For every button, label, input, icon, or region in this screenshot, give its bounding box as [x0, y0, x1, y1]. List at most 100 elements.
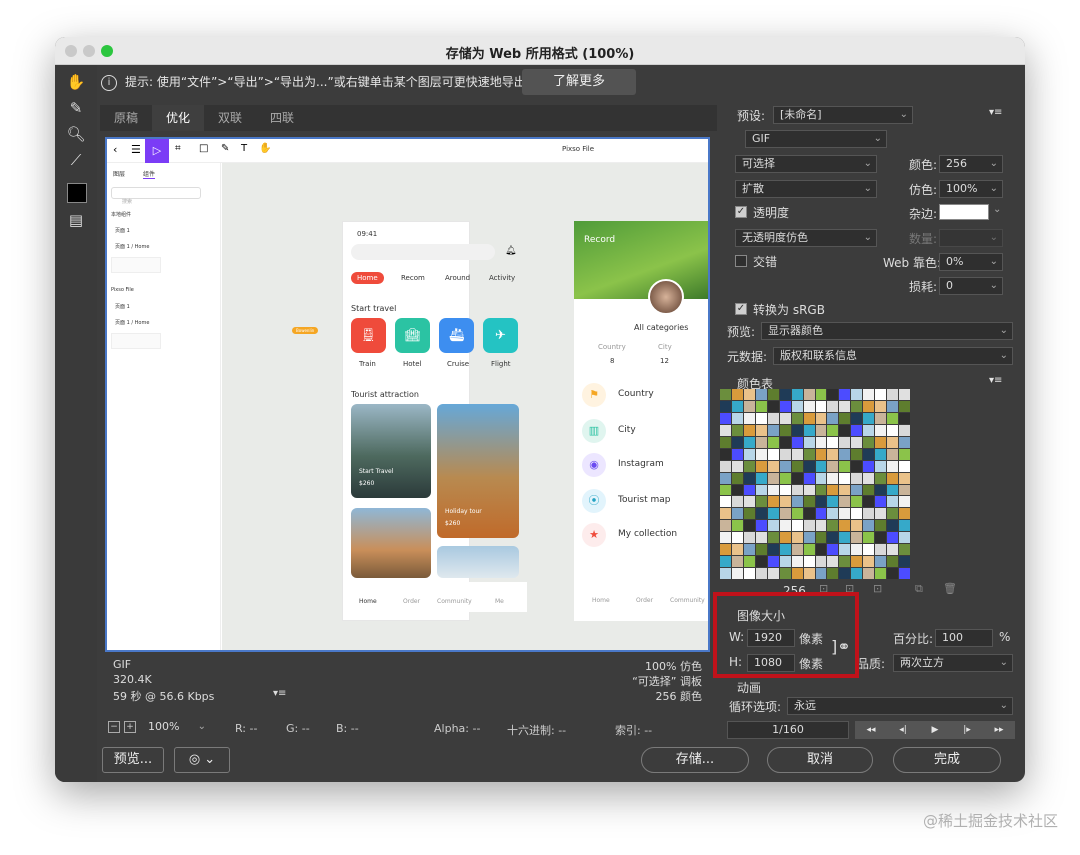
color-swatch[interactable] [755, 508, 767, 520]
color-swatch[interactable] [839, 448, 851, 460]
color-swatch[interactable] [815, 496, 827, 508]
color-swatch[interactable] [887, 520, 899, 532]
convert-srgb-checkbox[interactable]: ✓ [735, 303, 747, 315]
color-swatch[interactable] [743, 484, 755, 496]
color-swatch[interactable] [803, 532, 815, 544]
color-swatch[interactable] [720, 389, 731, 400]
slice-select-icon[interactable]: ✎ [65, 97, 87, 119]
color-swatch[interactable] [779, 520, 791, 532]
color-swatch[interactable] [731, 544, 743, 556]
color-swatch[interactable] [791, 472, 803, 484]
color-swatch[interactable] [875, 400, 887, 412]
color-swatch[interactable] [839, 544, 851, 556]
color-swatch[interactable] [851, 532, 863, 544]
color-swatch[interactable] [851, 472, 863, 484]
dither-algo-select[interactable]: 扩散 ⌄ [735, 180, 877, 198]
color-swatch[interactable] [767, 389, 779, 400]
color-swatch[interactable] [743, 460, 755, 472]
optimized-preview[interactable]: ‹ ☰ ▷ ⌗ □ ✎ T ✋ Pixso File 图层 组件 搜索 本地组件… [105, 137, 710, 652]
color-swatch[interactable] [767, 556, 779, 568]
color-swatch[interactable] [839, 532, 851, 544]
color-swatch[interactable] [731, 520, 743, 532]
color-swatch[interactable] [743, 532, 755, 544]
color-swatch[interactable] [803, 484, 815, 496]
color-swatch[interactable] [791, 508, 803, 520]
color-swatch[interactable] [851, 556, 863, 568]
color-swatch[interactable] [731, 424, 743, 436]
color-swatch[interactable] [803, 472, 815, 484]
color-swatch[interactable] [803, 508, 815, 520]
color-swatch[interactable] [899, 544, 910, 556]
color-swatch[interactable] [720, 544, 731, 556]
color-swatch[interactable] [887, 424, 899, 436]
color-swatch[interactable] [779, 532, 791, 544]
color-swatch[interactable] [899, 556, 910, 568]
color-swatch[interactable] [779, 484, 791, 496]
color-swatch[interactable] [839, 496, 851, 508]
preview-select[interactable]: 显示器颜色 ⌄ [761, 322, 1013, 340]
color-swatch[interactable] [720, 436, 731, 448]
color-swatch[interactable] [755, 389, 767, 400]
color-swatch[interactable] [743, 400, 755, 412]
color-swatch[interactable] [755, 520, 767, 532]
color-swatch[interactable] [743, 568, 755, 579]
color-swatch[interactable] [827, 556, 839, 568]
color-swatch[interactable] [887, 484, 899, 496]
color-swatch[interactable] [887, 568, 899, 579]
color-swatch[interactable] [755, 484, 767, 496]
color-swatch[interactable] [731, 389, 743, 400]
color-swatch[interactable] [731, 448, 743, 460]
color-swatch[interactable] [875, 508, 887, 520]
zoom-in-icon[interactable]: + [124, 721, 136, 733]
color-swatch[interactable] [755, 448, 767, 460]
color-swatch[interactable] [803, 496, 815, 508]
color-swatch[interactable] [731, 436, 743, 448]
color-swatch[interactable] [779, 412, 791, 424]
color-swatch[interactable] [839, 556, 851, 568]
color-swatch[interactable] [767, 532, 779, 544]
color-swatch[interactable] [887, 496, 899, 508]
color-swatch[interactable] [863, 424, 875, 436]
color-swatch[interactable] [899, 520, 910, 532]
color-swatch[interactable] [875, 460, 887, 472]
color-swatch[interactable] [803, 424, 815, 436]
color-swatch[interactable] [815, 448, 827, 460]
color-swatch[interactable] [815, 484, 827, 496]
color-swatch[interactable] [851, 412, 863, 424]
color-swatch[interactable] [887, 460, 899, 472]
zoom-select[interactable]: 100% ⌄ [142, 719, 210, 737]
color-swatch[interactable] [791, 424, 803, 436]
color-swatch[interactable] [863, 400, 875, 412]
color-swatch[interactable] [875, 448, 887, 460]
color-swatch[interactable] [767, 508, 779, 520]
tab-4up[interactable]: 四联 [256, 105, 308, 131]
color-swatch[interactable] [887, 544, 899, 556]
quality-select[interactable]: 两次立方 ⌄ [893, 654, 1013, 672]
percent-input[interactable]: 100 [935, 629, 993, 647]
color-swatch[interactable] [815, 556, 827, 568]
color-swatch[interactable] [875, 484, 887, 496]
color-swatch[interactable] [863, 484, 875, 496]
color-swatch[interactable] [815, 544, 827, 556]
tab-optimized[interactable]: 优化 [152, 105, 204, 131]
interlaced-checkbox[interactable] [735, 255, 747, 267]
color-swatch[interactable] [851, 424, 863, 436]
color-swatch[interactable] [803, 544, 815, 556]
color-swatch[interactable] [767, 568, 779, 579]
color-swatch[interactable] [827, 400, 839, 412]
color-swatch[interactable] [743, 520, 755, 532]
color-swatch[interactable] [779, 472, 791, 484]
first-frame-button[interactable]: ◂◂ [855, 721, 887, 739]
color-swatch[interactable] [731, 412, 743, 424]
new-color-icon[interactable]: ⧉ [915, 582, 923, 596]
learn-more-button[interactable]: 了解更多 [522, 69, 636, 95]
color-swatch[interactable] [743, 496, 755, 508]
color-swatch[interactable] [815, 508, 827, 520]
color-swatch[interactable] [875, 472, 887, 484]
delete-color-icon[interactable]: 🗑︎ [943, 582, 957, 595]
color-swatch[interactable] [779, 424, 791, 436]
color-swatch[interactable] [851, 520, 863, 532]
color-swatch[interactable] [743, 448, 755, 460]
color-swatch[interactable] [863, 508, 875, 520]
zoom-icon[interactable]: 🔍︎ [65, 123, 87, 145]
